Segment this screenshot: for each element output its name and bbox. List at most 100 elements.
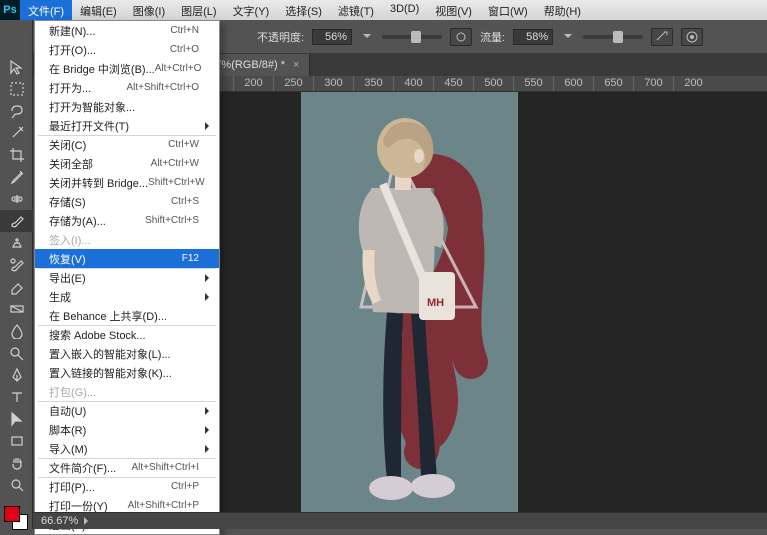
gradient-tool[interactable] — [0, 298, 33, 320]
pressure-size-toggle[interactable] — [681, 28, 703, 46]
menu-item-4[interactable]: 打开为智能对象... — [35, 97, 219, 116]
blur-tool[interactable] — [0, 320, 33, 342]
menu-view[interactable]: 视图(V) — [427, 0, 480, 20]
marquee-tool[interactable] — [0, 78, 33, 100]
menu-filter[interactable]: 滤镜(T) — [330, 0, 382, 20]
menu-item-shortcut: Ctrl+S — [171, 196, 199, 207]
menu-item-20[interactable]: 自动(U) — [35, 401, 219, 420]
menu-window[interactable]: 窗口(W) — [480, 0, 536, 20]
menu-3d[interactable]: 3D(D) — [382, 0, 427, 20]
menu-item-2[interactable]: 在 Bridge 中浏览(B)...Alt+Ctrl+O — [35, 59, 219, 78]
menu-item-21[interactable]: 脚本(R) — [35, 420, 219, 439]
pressure-opacity-toggle[interactable] — [450, 28, 472, 46]
clone-stamp-tool[interactable] — [0, 232, 33, 254]
menu-item-label: 签入(I)... — [49, 232, 199, 248]
close-tab-icon[interactable]: × — [293, 59, 299, 71]
menu-item-shortcut: Alt+Shift+Ctrl+P — [128, 500, 199, 511]
menu-item-label: 打开(O)... — [49, 42, 170, 58]
status-bar: 66.67% — [33, 512, 767, 529]
menu-item-22[interactable]: 导入(M) — [35, 439, 219, 458]
menu-item-24[interactable]: 打印(P)...Ctrl+P — [35, 477, 219, 496]
airbrush-toggle[interactable] — [651, 28, 673, 46]
move-tool[interactable] — [0, 56, 33, 78]
menu-select[interactable]: 选择(S) — [277, 0, 330, 20]
menu-item-11: 签入(I)... — [35, 230, 219, 249]
menu-item-label: 导出(E) — [49, 270, 199, 286]
opacity-dropdown[interactable] — [360, 32, 374, 42]
menu-image[interactable]: 图像(I) — [125, 0, 173, 20]
menu-item-5[interactable]: 最近打开文件(T) — [35, 116, 219, 135]
menu-layer[interactable]: 图层(L) — [173, 0, 224, 20]
color-swatches[interactable] — [0, 504, 33, 532]
status-flyout-icon[interactable] — [84, 517, 92, 525]
menu-item-18[interactable]: 置入链接的智能对象(K)... — [35, 363, 219, 382]
eyedropper-tool[interactable] — [0, 166, 33, 188]
menu-item-8[interactable]: 关闭并转到 Bridge...Shift+Ctrl+W — [35, 173, 219, 192]
menu-edit[interactable]: 编辑(E) — [72, 0, 125, 20]
canvas-artwork: MH — [301, 92, 518, 512]
lasso-tool[interactable] — [0, 100, 33, 122]
document-canvas[interactable]: MH — [301, 92, 518, 512]
type-tool[interactable] — [0, 386, 33, 408]
dodge-tool[interactable] — [0, 342, 33, 364]
menu-item-12[interactable]: 恢复(V)F12 — [35, 249, 219, 268]
opacity-input[interactable]: 56% — [312, 29, 352, 45]
title-bar: Ps 文件(F) 编辑(E) 图像(I) 图层(L) 文字(Y) 选择(S) 滤… — [0, 0, 767, 20]
flow-input[interactable]: 58% — [513, 29, 553, 45]
eraser-tool[interactable] — [0, 276, 33, 298]
menu-item-shortcut: Alt+Ctrl+O — [155, 63, 202, 74]
tool-panel — [0, 20, 33, 529]
hand-tool[interactable] — [0, 452, 33, 474]
menu-item-3[interactable]: 打开为...Alt+Shift+Ctrl+O — [35, 78, 219, 97]
menu-item-shortcut: Shift+Ctrl+W — [148, 177, 205, 188]
menu-item-label: 导入(M) — [49, 441, 199, 457]
app-logo: Ps — [0, 0, 20, 20]
crop-tool[interactable] — [0, 144, 33, 166]
healing-brush-tool[interactable] — [0, 188, 33, 210]
menu-item-17[interactable]: 置入嵌入的智能对象(L)... — [35, 344, 219, 363]
menu-item-label: 新建(N)... — [49, 23, 170, 39]
airbrush-icon — [655, 30, 669, 44]
opacity-slider[interactable] — [382, 35, 442, 39]
zoom-level[interactable]: 66.67% — [41, 515, 78, 527]
menu-item-label: 关闭全部 — [49, 156, 151, 172]
menu-item-13[interactable]: 导出(E) — [35, 268, 219, 287]
flow-dropdown[interactable] — [561, 32, 575, 42]
menu-item-6[interactable]: 关闭(C)Ctrl+W — [35, 135, 219, 154]
flow-slider[interactable] — [583, 35, 643, 39]
menu-item-label: 存储为(A)... — [49, 213, 145, 229]
menu-item-14[interactable]: 生成 — [35, 287, 219, 306]
menu-item-label: 存储(S) — [49, 194, 171, 210]
brush-tool[interactable] — [0, 210, 33, 232]
menu-item-shortcut: Alt+Shift+Ctrl+O — [126, 82, 199, 93]
menu-item-9[interactable]: 存储(S)Ctrl+S — [35, 192, 219, 211]
menu-item-10[interactable]: 存储为(A)...Shift+Ctrl+S — [35, 211, 219, 230]
path-selection-tool[interactable] — [0, 408, 33, 430]
history-brush-tool[interactable] — [0, 254, 33, 276]
menu-file[interactable]: 文件(F) — [20, 0, 72, 20]
menu-type[interactable]: 文字(Y) — [225, 0, 278, 20]
menu-item-label: 关闭(C) — [49, 137, 168, 153]
menu-item-label: 置入嵌入的智能对象(L)... — [49, 346, 199, 362]
menu-item-shortcut: F12 — [182, 253, 199, 264]
menu-item-1[interactable]: 打开(O)...Ctrl+O — [35, 40, 219, 59]
menu-item-label: 关闭并转到 Bridge... — [49, 175, 148, 191]
menu-item-15[interactable]: 在 Behance 上共享(D)... — [35, 306, 219, 325]
flow-label: 流量: — [480, 29, 505, 45]
zoom-tool[interactable] — [0, 474, 33, 496]
menu-item-shortcut: Ctrl+W — [168, 139, 199, 150]
menu-item-0[interactable]: 新建(N)...Ctrl+N — [35, 21, 219, 40]
menu-item-7[interactable]: 关闭全部Alt+Ctrl+W — [35, 154, 219, 173]
menu-item-label: 在 Bridge 中浏览(B)... — [49, 61, 155, 77]
magic-wand-tool[interactable] — [0, 122, 33, 144]
menu-item-23[interactable]: 文件简介(F)...Alt+Shift+Ctrl+I — [35, 458, 219, 477]
menu-item-shortcut: Alt+Ctrl+W — [151, 158, 199, 169]
menu-item-label: 置入链接的智能对象(K)... — [49, 365, 199, 381]
menu-help[interactable]: 帮助(H) — [536, 0, 589, 20]
foreground-color-swatch[interactable] — [4, 506, 20, 522]
rectangle-tool[interactable] — [0, 430, 33, 452]
menu-item-16[interactable]: 搜索 Adobe Stock... — [35, 325, 219, 344]
menu-item-label: 打包(G)... — [49, 384, 199, 400]
menu-item-label: 恢复(V) — [49, 251, 182, 267]
pen-tool[interactable] — [0, 364, 33, 386]
